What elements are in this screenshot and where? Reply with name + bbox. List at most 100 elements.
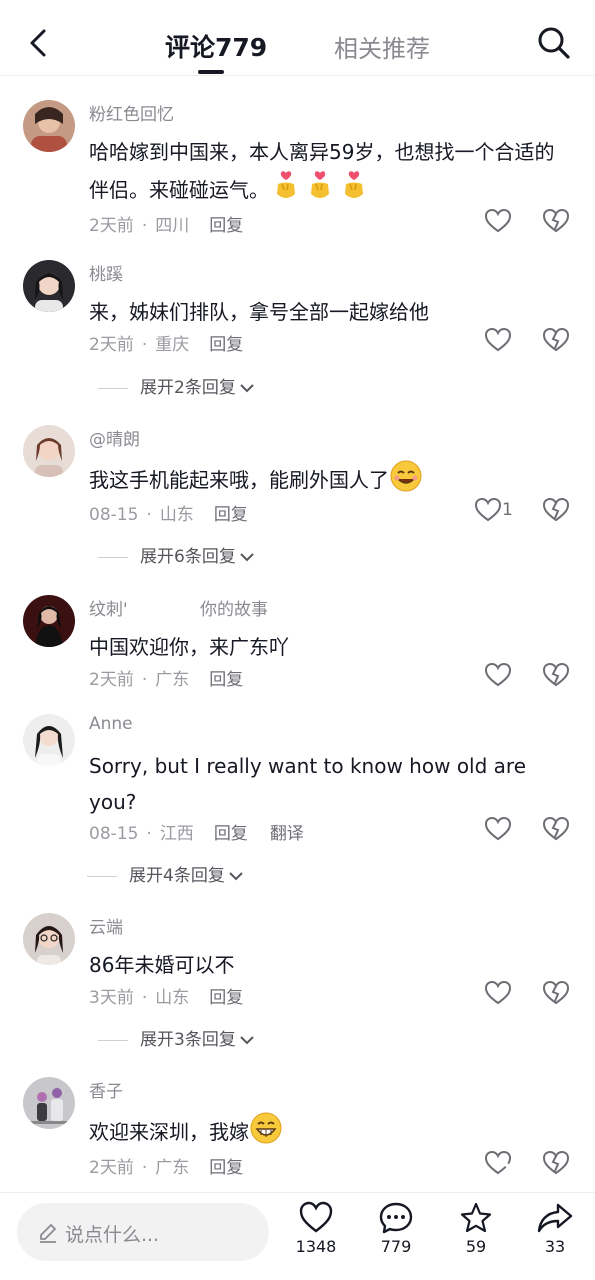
like-count: 1348 <box>295 1237 337 1256</box>
expand-replies[interactable]: 展开2条回复 <box>98 373 256 398</box>
comment-username[interactable]: 纹刺' <box>89 595 128 620</box>
expand-label: 展开4条回复 <box>129 866 225 886</box>
avatar[interactable] <box>23 425 75 477</box>
chevron-down-icon <box>240 1036 254 1045</box>
comment-action[interactable]: 779 <box>366 1201 426 1256</box>
broken-heart-icon[interactable] <box>542 327 570 353</box>
avatar[interactable] <box>23 260 75 312</box>
bottom-action-bar: 说点什么... 1348 779 59 33 <box>0 1192 595 1280</box>
comment-input[interactable]: 说点什么... <box>17 1203 269 1261</box>
broken-heart-icon[interactable] <box>542 816 570 842</box>
translate-button[interactable]: 翻译 <box>270 824 304 844</box>
avatar[interactable] <box>23 595 75 647</box>
separator-dot: · <box>146 505 152 525</box>
comment-meta: 08-15 · 江西 回复 翻译 <box>89 819 304 844</box>
expand-divider <box>98 1039 128 1041</box>
reply-button[interactable]: 回复 <box>209 335 243 355</box>
smile-face-emoji <box>389 459 423 504</box>
expand-replies[interactable]: 展开3条回复 <box>98 1025 256 1050</box>
comment-time: 2天前 <box>89 1158 134 1178</box>
heart-icon[interactable] <box>474 497 502 523</box>
finger-heart-emoji <box>269 170 303 213</box>
like-count: 1 <box>502 500 513 520</box>
comment-count: 779 <box>380 1237 412 1256</box>
broken-heart-icon[interactable] <box>542 662 570 688</box>
grin-face-emoji <box>249 1111 283 1156</box>
comment-username[interactable]: Anne <box>89 714 133 734</box>
comment-location: 山东 <box>155 988 190 1008</box>
comment-location: 广东 <box>155 670 190 690</box>
favorite-action[interactable]: 59 <box>446 1201 506 1256</box>
header-bar: 评论779 相关推荐 <box>0 0 595 76</box>
back-arrow-icon[interactable] <box>22 26 56 60</box>
chevron-down-icon <box>240 384 254 393</box>
reply-button[interactable]: 回复 <box>209 1158 243 1178</box>
comment-text-content: 我这手机能起来哦，能刷外国人了 <box>89 468 389 492</box>
separator-dot: · <box>141 216 148 236</box>
avatar[interactable] <box>23 1077 75 1129</box>
reply-button[interactable]: 回复 <box>214 505 248 525</box>
reply-button[interactable]: 回复 <box>209 670 243 690</box>
comment-meta: 08-15 · 山东 回复 <box>89 500 248 525</box>
broken-heart-icon[interactable] <box>542 208 570 234</box>
comment-location: 重庆 <box>155 335 190 355</box>
pencil-icon <box>40 1224 56 1243</box>
comment-bubble-icon <box>379 1202 413 1234</box>
broken-heart-icon[interactable] <box>542 497 570 523</box>
share-action[interactable]: 33 <box>525 1201 585 1256</box>
separator-dot: · <box>141 670 148 690</box>
expand-label: 展开2条回复 <box>140 378 236 398</box>
tab-active-indicator <box>198 70 224 74</box>
comment-time: 08-15 <box>89 505 139 525</box>
comment-text-content: 欢迎来深圳，我嫁 <box>89 1120 249 1144</box>
avatar[interactable] <box>23 100 75 152</box>
expand-replies[interactable]: 展开4条回复 <box>87 861 245 886</box>
heart-icon[interactable] <box>484 1150 512 1176</box>
comment-username[interactable]: @晴朗 <box>89 425 140 450</box>
avatar[interactable] <box>23 913 75 965</box>
comment-text: Sorry, but I really want to know how old… <box>89 754 527 814</box>
expand-divider <box>98 556 128 558</box>
comment-time: 3天前 <box>89 988 134 1008</box>
avatar[interactable] <box>23 714 75 766</box>
heart-icon[interactable] <box>484 327 512 353</box>
comment-text: 来，姊妹们排队，拿号全部一起嫁给他 <box>89 300 429 324</box>
comment-username[interactable]: 云端 <box>89 913 123 938</box>
heart-icon[interactable] <box>484 662 512 688</box>
comment-location: 四川 <box>155 216 190 236</box>
tab-related[interactable]: 相关推荐 <box>334 29 430 64</box>
broken-heart-icon[interactable] <box>542 1150 570 1176</box>
share-arrow-icon <box>537 1203 573 1233</box>
chevron-down-icon <box>240 553 254 562</box>
reply-button[interactable]: 回复 <box>209 216 243 236</box>
expand-replies[interactable]: 展开6条回复 <box>98 542 256 567</box>
share-count: 33 <box>544 1237 566 1256</box>
reply-button[interactable]: 回复 <box>209 988 243 1008</box>
heart-icon[interactable] <box>484 208 512 234</box>
comment-text: 86年未婚可以不 <box>89 953 235 977</box>
comment-username[interactable]: 粉红色回忆 <box>89 100 174 125</box>
heart-icon[interactable] <box>484 816 512 842</box>
separator-dot: · <box>141 988 148 1008</box>
comment-input-placeholder: 说点什么... <box>65 1224 160 1246</box>
comment-text: 中国欢迎你，来广东吖 <box>89 635 289 659</box>
search-icon[interactable] <box>535 24 573 62</box>
broken-heart-icon[interactable] <box>542 980 570 1006</box>
comment-meta: 2天前 · 广东 回复 <box>89 1153 243 1178</box>
comment-meta: 2天前 · 重庆 回复 <box>89 330 243 355</box>
separator-dot: · <box>141 335 148 355</box>
reply-button[interactable]: 回复 <box>214 824 248 844</box>
comment-meta: 3天前 · 山东 回复 <box>89 983 243 1008</box>
comment-text: 哈哈嫁到中国来，本人离异59岁，也想找一个合适的伴侣。来碰碰运气。 <box>89 134 559 213</box>
heart-icon <box>299 1201 333 1233</box>
comment-username[interactable]: 桃蹊 <box>89 260 123 285</box>
comment-meta: 2天前 · 四川 回复 <box>89 211 243 236</box>
expand-label: 展开3条回复 <box>140 1030 236 1050</box>
chevron-down-icon <box>229 872 243 881</box>
separator-dot: · <box>141 1158 148 1178</box>
like-action[interactable]: 1348 <box>286 1201 346 1256</box>
comment-username[interactable]: 香子 <box>89 1077 123 1102</box>
tab-comments[interactable]: 评论779 <box>165 28 267 64</box>
comment-username-extra[interactable]: 你的故事 <box>200 595 268 620</box>
heart-icon[interactable] <box>484 980 512 1006</box>
